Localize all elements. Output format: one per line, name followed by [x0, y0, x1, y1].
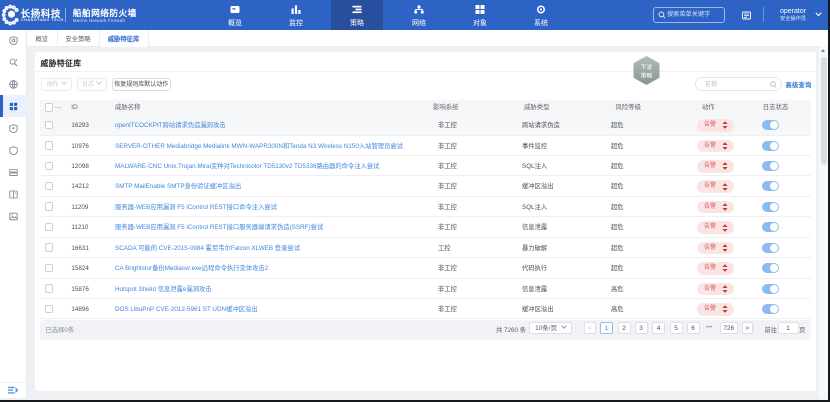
svg-text:下发: 下发: [640, 62, 652, 71]
svg-text:策略: 策略: [640, 71, 652, 80]
